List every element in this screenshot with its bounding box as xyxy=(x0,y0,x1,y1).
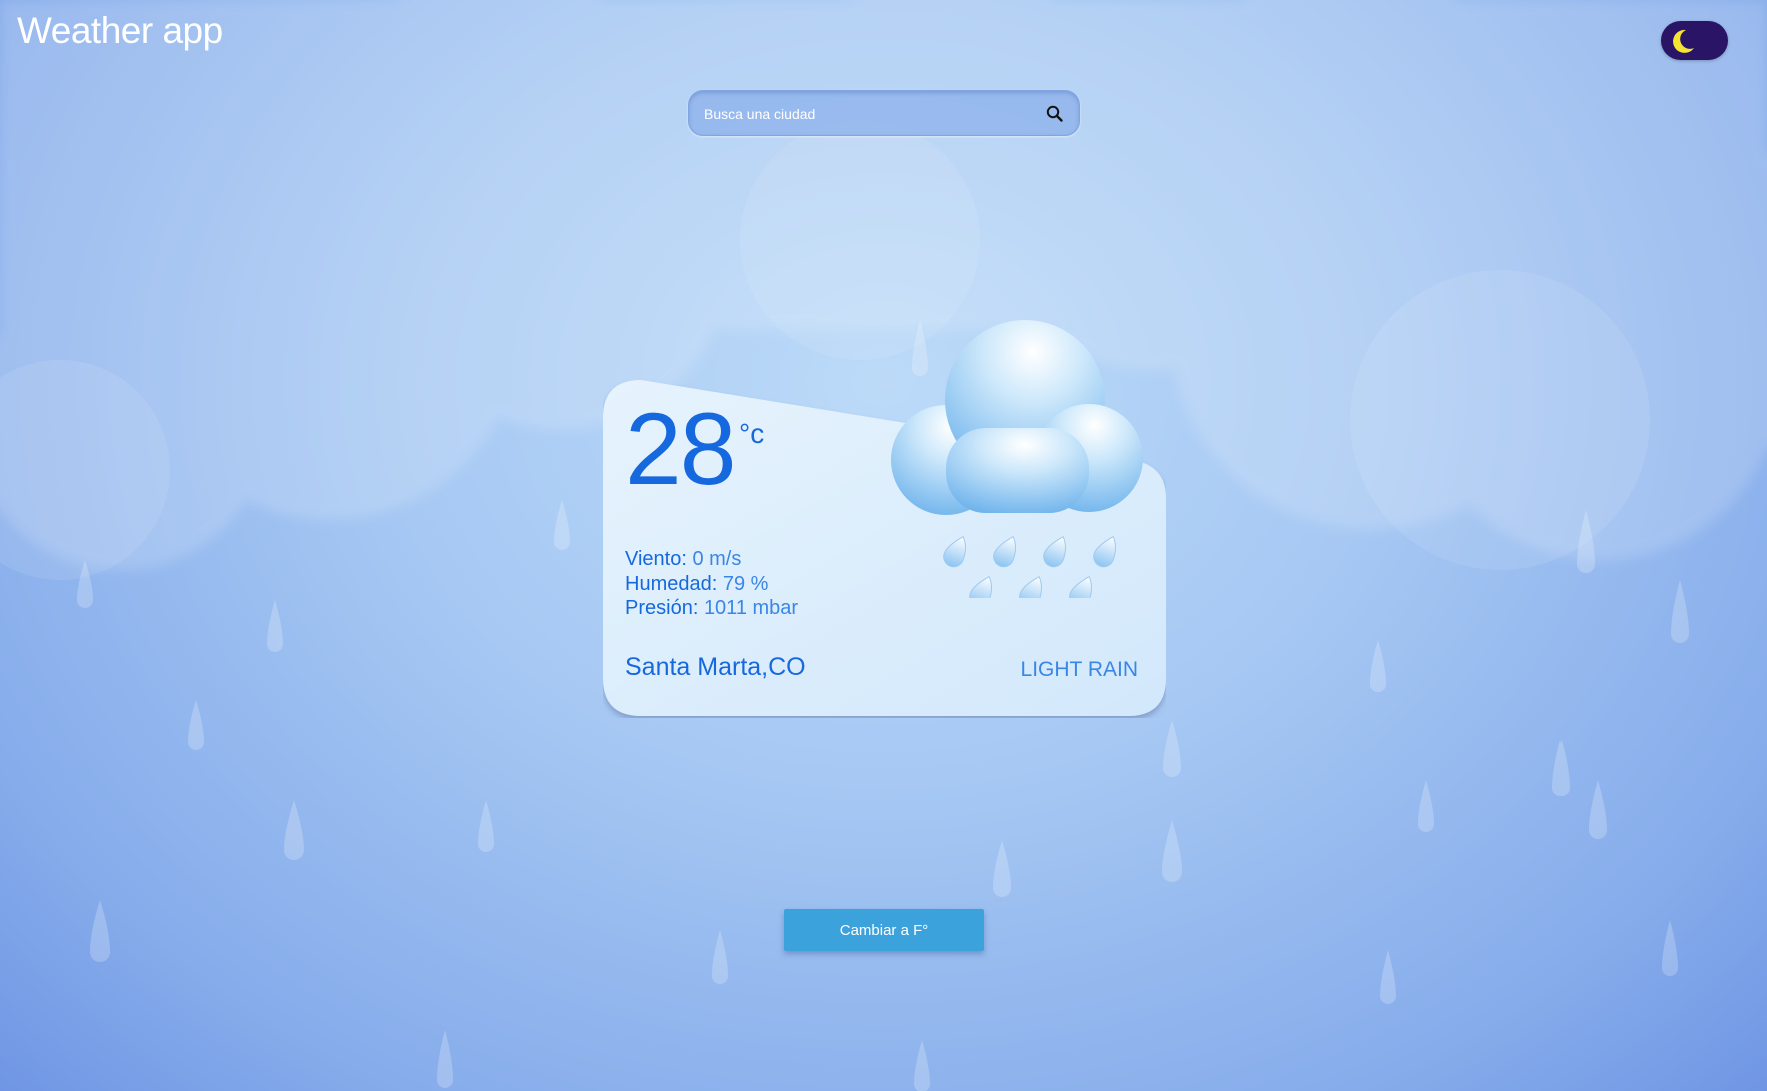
temperature-value: 28 xyxy=(625,392,736,506)
wind-value: 0 m/s xyxy=(692,548,742,570)
search-icon[interactable] xyxy=(1045,104,1065,124)
wind-label: Viento: xyxy=(625,548,687,570)
search-input[interactable] xyxy=(702,91,1026,137)
rain-cloud-icon xyxy=(891,320,1143,598)
theme-toggle[interactable] xyxy=(1661,21,1728,60)
weather-condition: LIGHT RAIN xyxy=(1020,658,1138,681)
wind-row: Viento: 0 m/s xyxy=(625,548,741,571)
humidity-row: Humedad: 79 % xyxy=(625,573,768,596)
city-name: Santa Marta,CO xyxy=(625,653,806,681)
app-title: Weather app xyxy=(17,10,223,51)
pressure-label: Presión: xyxy=(625,597,699,619)
temperature-unit: °c xyxy=(739,418,765,449)
weather-card: 28 °c Viento: 0 m/s Humedad: 79 % Presió… xyxy=(603,320,1166,718)
moon-icon xyxy=(1673,29,1694,53)
pressure-value: 1011 mbar xyxy=(703,597,799,619)
search-bar xyxy=(688,90,1080,137)
pressure-row: Presión: 1011 mbar xyxy=(625,597,798,620)
humidity-label: Humedad: xyxy=(625,573,718,595)
toggle-unit-button[interactable]: Cambiar a F° xyxy=(784,909,984,951)
humidity-value: 79 % xyxy=(722,573,769,595)
